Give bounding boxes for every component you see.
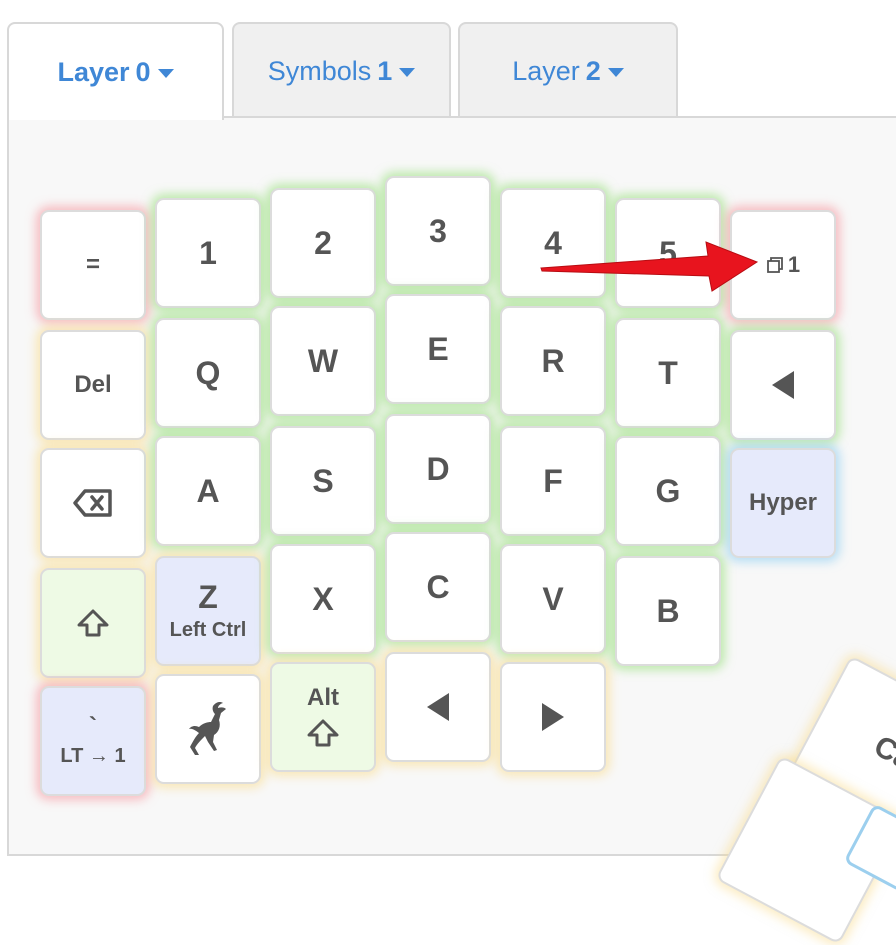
key-g[interactable]: G	[615, 436, 721, 546]
key-label: W	[307, 343, 339, 379]
key-label: 4	[544, 225, 562, 261]
tab-number: 0	[135, 56, 151, 87]
key-c[interactable]: C	[385, 532, 491, 642]
key-w[interactable]: W	[270, 306, 376, 416]
key-f[interactable]: F	[500, 426, 606, 536]
key-layer-toggle[interactable]: 1	[730, 210, 836, 320]
tab-label: Symbols	[267, 55, 372, 86]
key-prev[interactable]	[730, 330, 836, 440]
key-label: F	[543, 463, 563, 499]
key-3[interactable]: 3	[385, 176, 491, 286]
key-r[interactable]: R	[500, 306, 606, 416]
tab-layer-2[interactable]: Layer 2	[458, 22, 678, 118]
layer-tabs: Layer 0 Symbols 1 Layer 2	[0, 0, 896, 120]
key-sublabel: LT → 1	[60, 744, 126, 767]
key-label: Del	[74, 371, 112, 398]
key-label: 1	[199, 235, 217, 271]
key-4[interactable]: 4	[500, 188, 606, 298]
tab-symbols-1[interactable]: Symbols 1	[232, 22, 451, 118]
key-label: E	[427, 331, 449, 367]
key-d[interactable]: D	[385, 414, 491, 524]
key-label: D	[426, 451, 450, 487]
key-label: =	[85, 251, 100, 278]
key-label: A	[196, 473, 220, 509]
key-a[interactable]: A	[155, 436, 261, 546]
tab-layer-0[interactable]: Layer 0	[7, 22, 224, 120]
key-2[interactable]: 2	[270, 188, 376, 298]
key-e[interactable]: E	[385, 294, 491, 404]
chevron-down-icon	[157, 69, 174, 78]
triangle-left-icon	[770, 369, 796, 401]
key-gazelle[interactable]	[155, 674, 261, 784]
key-arrow-right[interactable]	[500, 662, 606, 772]
key-shift[interactable]	[40, 568, 146, 678]
key-backspace[interactable]	[40, 448, 146, 558]
key-label: Ca	[868, 729, 896, 777]
key-hyper[interactable]: Hyper	[730, 448, 836, 558]
shift-up-icon	[306, 718, 340, 748]
key-label: 3	[429, 213, 447, 249]
gazelle-icon	[183, 700, 233, 758]
key-equals[interactable]: =	[40, 210, 146, 320]
key-label: S	[312, 463, 334, 499]
key-del[interactable]: Del	[40, 330, 146, 440]
key-sublabel: Left Ctrl	[169, 618, 247, 641]
key-label: T	[658, 355, 678, 391]
shift-up-icon	[76, 608, 110, 638]
tab-label: Layer	[512, 55, 580, 86]
key-label: V	[542, 581, 564, 617]
key-b[interactable]: B	[615, 556, 721, 666]
chevron-down-icon	[607, 68, 624, 77]
copy-icon	[766, 256, 784, 274]
key-label: R	[541, 343, 565, 379]
key-label: Q	[195, 355, 221, 391]
key-label: 2	[314, 225, 332, 261]
key-grave-layer[interactable]: ` LT → 1	[40, 686, 146, 796]
key-label: X	[312, 581, 334, 617]
tab-label: Layer	[57, 56, 130, 87]
backspace-icon	[73, 488, 113, 518]
key-label: `	[89, 712, 97, 740]
key-z[interactable]: Z Left Ctrl	[155, 556, 261, 666]
key-t[interactable]: T	[615, 318, 721, 428]
key-label: 1	[787, 252, 801, 277]
triangle-right-icon	[540, 701, 566, 733]
key-alt-shift[interactable]: Alt	[270, 662, 376, 772]
key-x[interactable]: X	[270, 544, 376, 654]
key-label: C	[426, 569, 450, 605]
key-q[interactable]: Q	[155, 318, 261, 428]
key-arrow-left[interactable]	[385, 652, 491, 762]
key-label: Alt	[307, 684, 339, 711]
key-5[interactable]: 5	[615, 198, 721, 308]
key-label: B	[656, 593, 680, 629]
triangle-left-icon	[425, 691, 451, 723]
key-1[interactable]: 1	[155, 198, 261, 308]
key-label: G	[655, 473, 681, 509]
key-label: 5	[659, 235, 677, 271]
key-label: Z	[198, 578, 218, 615]
key-v[interactable]: V	[500, 544, 606, 654]
key-label: Hyper	[748, 489, 818, 516]
tab-number: 1	[377, 55, 393, 86]
key-s[interactable]: S	[270, 426, 376, 536]
chevron-down-icon	[399, 68, 416, 77]
tab-number: 2	[585, 55, 601, 86]
